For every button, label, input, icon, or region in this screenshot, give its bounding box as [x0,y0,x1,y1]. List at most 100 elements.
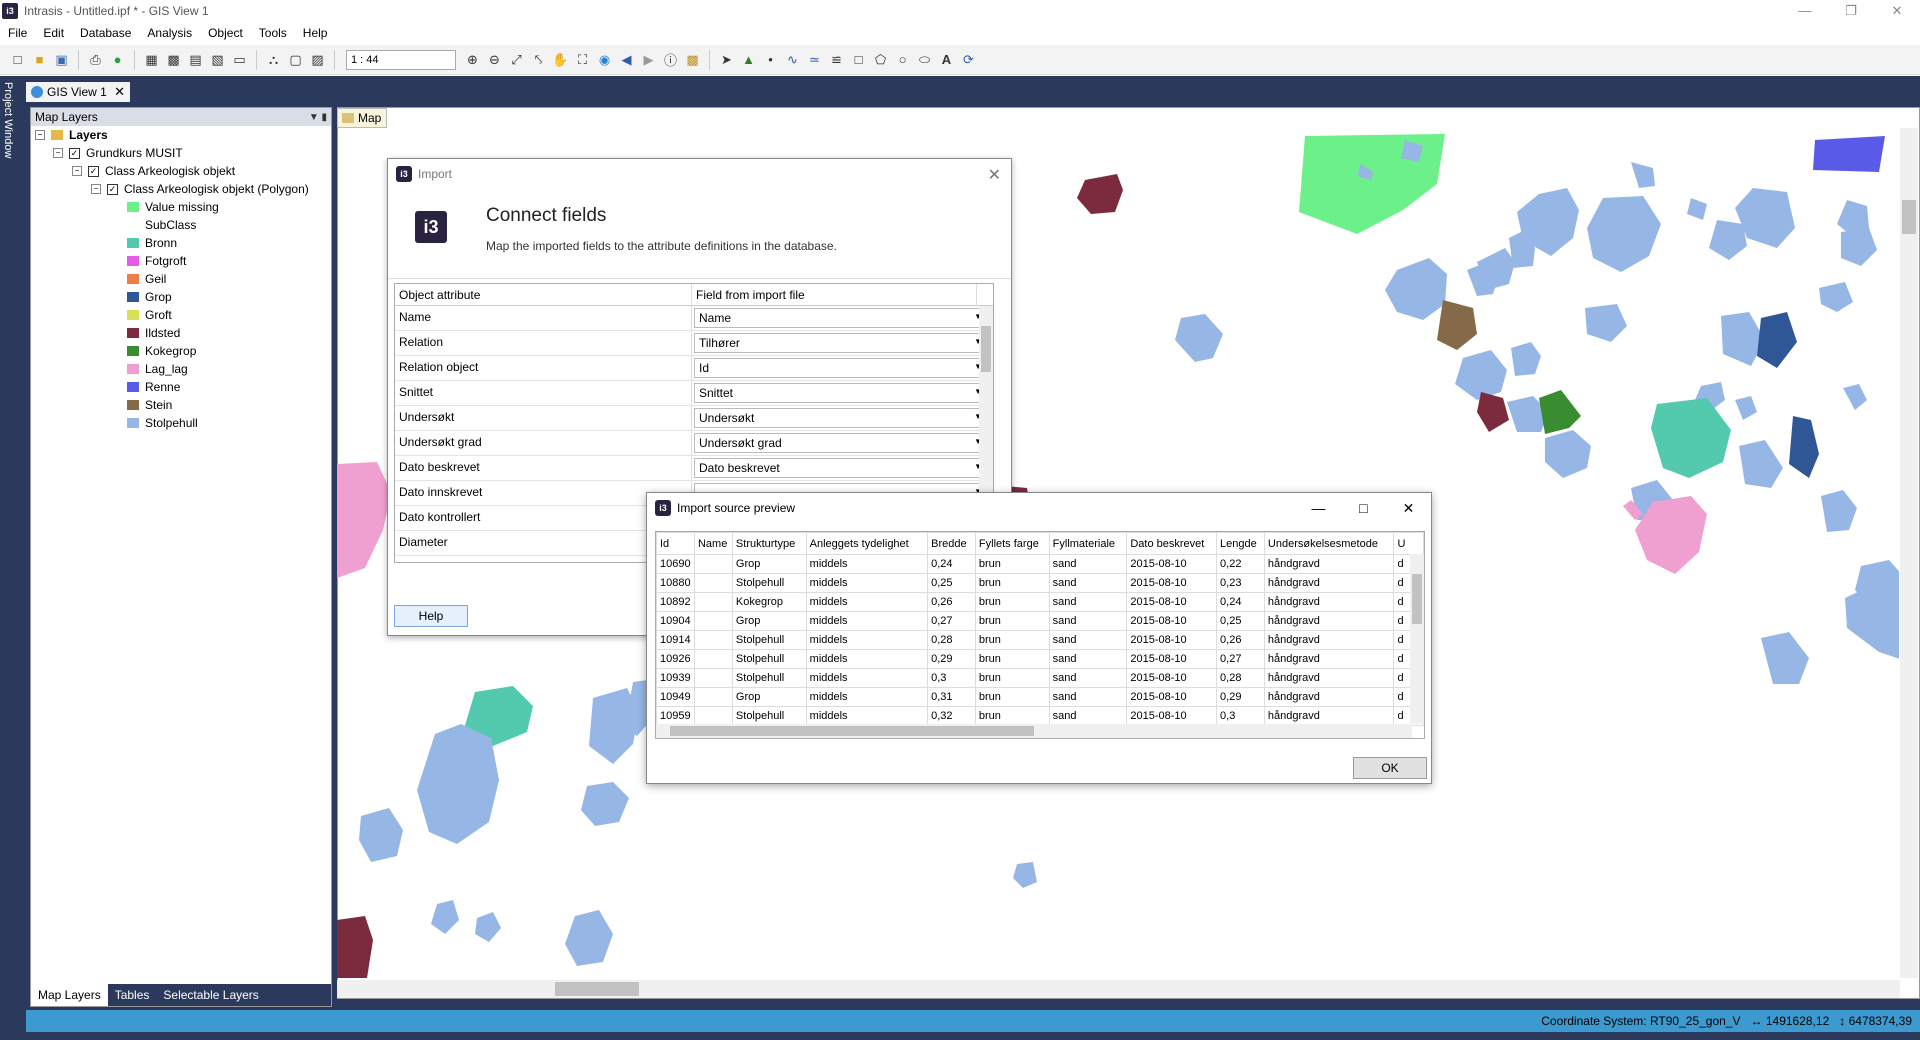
checkbox[interactable]: ✓ [107,183,118,195]
table-row[interactable]: 10690 Grop middels 0,24 brun sand 2015-08-10 0,… [656,554,1424,574]
maximize-button[interactable]: □ [1341,493,1386,523]
save-icon[interactable]: ▣ [52,50,71,69]
legend-item[interactable]: Renne [31,378,331,396]
legend-item[interactable]: Lag_lag [31,360,331,378]
globe-icon[interactable]: ◉ [595,50,614,69]
scale-input[interactable] [346,49,456,70]
close-button[interactable]: ✕ [1874,0,1920,22]
text-icon[interactable]: A [937,50,956,69]
rectangle-icon[interactable]: □ [849,50,868,69]
field-select-value[interactable]: Name [694,308,988,328]
field-select-value[interactable]: Snittet [694,383,988,403]
table-row[interactable]: 10880 Stolpehull middels 0,25 brun sand 2015-0… [656,573,1424,593]
collapse-icon[interactable]: − [72,166,82,176]
curve-icon[interactable]: ≃ [805,50,824,69]
scroll-thumb[interactable] [1902,200,1916,234]
pan-hand-icon[interactable]: ✋ [551,50,570,69]
ok-button[interactable]: OK [1353,757,1427,779]
field-select-value[interactable]: Dato beskrevet [694,458,988,478]
bookmark-icon[interactable]: ▩ [683,50,702,69]
close-button[interactable]: ✕ [1386,493,1431,523]
tab-map-layers[interactable]: Map Layers [31,984,108,1006]
project-window-strip[interactable]: Project Window [0,76,20,1006]
tree-root[interactable]: − Layers [31,126,331,144]
scroll-thumb[interactable] [555,982,639,996]
tree-subclass[interactable]: − ✓ Class Arkeologisk objekt (Polygon) [31,180,331,198]
rotate-icon[interactable]: ⟳ [959,50,978,69]
zoom-in-icon[interactable]: ⊕ [463,50,482,69]
menu-edit[interactable]: Edit [35,26,72,40]
pointer-icon[interactable]: ➤ [717,50,736,69]
field-select[interactable]: Undersøkt▼ [692,406,990,430]
tab-gis-view-1[interactable]: GIS View 1 ✕ [26,82,130,102]
table-row[interactable]: 10949 Grop middels 0,31 brun sand 2015-08-10 0,… [656,687,1424,707]
zoom-full-icon[interactable]: ⤣ [529,50,548,69]
legend-item[interactable]: Grop [31,288,331,306]
polygon-icon[interactable]: ⬠ [871,50,890,69]
select-object-icon[interactable]: ▭ [230,50,249,69]
legend-item[interactable]: SubClass [31,216,331,234]
close-icon[interactable]: ✕ [988,165,1001,185]
grid-vertical-scrollbar[interactable] [1410,554,1424,724]
field-select-value[interactable]: Id [694,358,988,378]
column-header[interactable]: Dato beskrevet [1126,532,1218,555]
circle-icon[interactable]: ○ [893,50,912,69]
forward-arrow-icon[interactable]: ▶ [639,50,658,69]
tab-selectable-layers[interactable]: Selectable Layers [156,984,265,1006]
grid-horizontal-scrollbar[interactable] [656,724,1412,738]
scroll-thumb[interactable] [1412,574,1422,624]
checkbox[interactable]: ✓ [88,165,99,177]
table-row[interactable]: 10926 Stolpehull middels 0,29 brun sand 2015-0… [656,649,1424,669]
freehand-icon[interactable]: ≌ [827,50,846,69]
map-horizontal-scrollbar[interactable] [337,980,1900,998]
collapse-icon[interactable]: − [53,148,63,158]
edit-vertex-icon[interactable]: ▲ [739,50,758,69]
tree-group[interactable]: − ✓ Grundkurs MUSIT [31,144,331,162]
zoom-out-icon[interactable]: ⊖ [485,50,504,69]
table-row[interactable]: 10904 Grop middels 0,27 brun sand 2015-08-10 0,… [656,611,1424,631]
table-row[interactable]: 10939 Stolpehull middels 0,3 brun sand 2015-08… [656,668,1424,688]
column-header[interactable]: Undersøkelsesmetode [1263,532,1395,555]
table-row[interactable]: 10959 Stolpehull middels 0,32 brun sand 2015-0… [656,706,1424,726]
menu-database[interactable]: Database [72,26,139,40]
back-arrow-icon[interactable]: ◀ [617,50,636,69]
legend-item[interactable]: Ildsted [31,324,331,342]
restore-button[interactable]: ❐ [1828,0,1874,22]
layer-table-icon[interactable]: ▩ [164,50,183,69]
menu-object[interactable]: Object [200,26,251,40]
table-row[interactable]: 10914 Stolpehull middels 0,28 brun sand 2015-0… [656,630,1424,650]
menu-help[interactable]: Help [295,26,336,40]
menu-file[interactable]: File [0,26,35,40]
legend-item[interactable]: Stolpehull [31,414,331,432]
minimize-button[interactable]: — [1296,493,1341,523]
legend-item[interactable]: Kokegrop [31,342,331,360]
tree-class[interactable]: − ✓ Class Arkeologisk objekt [31,162,331,180]
minimize-button[interactable]: — [1782,0,1828,22]
column-header[interactable]: Fyllets farge [974,532,1050,555]
legend-item[interactable]: Stein [31,396,331,414]
layer-props-icon[interactable]: ▤ [186,50,205,69]
column-header[interactable]: Strukturtype [731,532,807,555]
column-header[interactable]: Fyllmateriale [1048,532,1128,555]
close-icon[interactable]: ✕ [114,84,125,100]
new-file-icon[interactable]: □ [8,50,27,69]
open-folder-icon[interactable]: ■ [30,50,49,69]
layer-group-icon[interactable]: ▧ [208,50,227,69]
legend-item[interactable]: Value missing [31,198,331,216]
clear-selection-icon[interactable]: ▢ [286,50,305,69]
zoom-selection-icon[interactable]: ▨ [308,50,327,69]
panel-menu-icon[interactable]: ▼ ▮ [309,112,327,123]
zoom-window-icon[interactable]: ⛶ [573,50,592,69]
legend-item[interactable]: Groft [31,306,331,324]
polyline-icon[interactable]: ∿ [783,50,802,69]
scroll-thumb[interactable] [981,326,991,372]
menu-analysis[interactable]: Analysis [139,26,200,40]
help-button[interactable]: Help [394,605,468,627]
legend-item[interactable]: Geil [31,270,331,288]
layer-add-icon[interactable]: ▦ [142,50,161,69]
menu-tools[interactable]: Tools [251,26,295,40]
tab-tables[interactable]: Tables [108,984,157,1006]
column-header[interactable]: Bredde [927,532,976,555]
column-header[interactable]: Anleggets tydelighet [805,532,929,555]
print-icon[interactable]: ⎙ [86,50,105,69]
